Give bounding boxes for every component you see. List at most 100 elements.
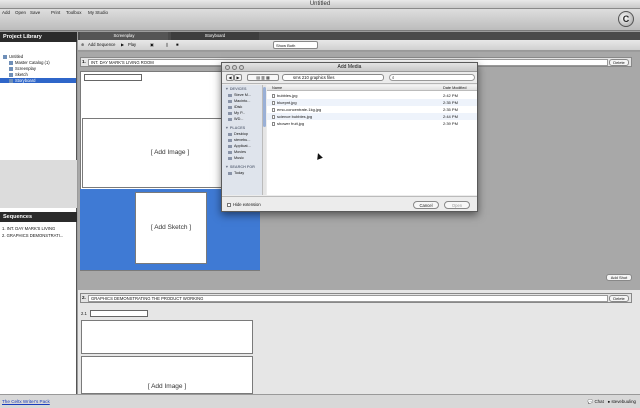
sidebar-device-2[interactable]: Macinto... [228,99,250,103]
file-row[interactable]: science bubbles.jpg 2:44 PM [267,113,477,120]
tab-storyboard[interactable]: Storyboard [171,32,259,40]
save-button[interactable]: Save [30,10,40,15]
sequence-item-2[interactable]: 2. GRAPHICS DEMONSTRATI... [2,233,63,238]
file-row[interactable]: emo-concentrate-1kg.jpg 2:35 PM [267,106,477,113]
search-for-header: ▼ SEARCH FOR [225,165,255,169]
my-studio-button[interactable]: My Studio [88,10,108,15]
zoom-window-icon[interactable] [239,65,244,70]
sidebar-place-music[interactable]: Music [228,156,244,160]
sketch-icon [9,72,13,77]
desktop-icon [228,132,232,136]
minimize-window-icon[interactable] [232,65,237,70]
applications-icon [228,144,232,148]
search-icon: ⌕ [392,75,395,80]
search-input[interactable]: ⌕ [389,74,475,81]
tree-item-sketch[interactable]: Sketch [9,72,28,77]
tree-item-master-catalog[interactable]: Master Catalog (1) [9,60,50,65]
sidebar-place-home[interactable]: stevebu... [228,138,250,142]
print-button[interactable]: Print [51,10,60,15]
music-icon [228,156,232,160]
checkbox-icon[interactable] [227,202,231,207]
scene-2-title-field[interactable]: GRAPHICS DEMONSTRATING THE PRODUCT WORKI… [88,295,608,302]
pause-icon[interactable]: ∥ [166,42,168,47]
storyboard-icon [9,78,13,83]
folder-select[interactable]: sms 210 graphics files [282,74,384,81]
status-bar: The Celtx Writer's Pack 💬 Chat ● stevebu… [0,394,640,408]
scene-1-delete-button[interactable]: Delete [609,59,629,66]
hide-extension-checkbox[interactable]: Hide extension [227,202,261,207]
dialog-toolbar: ◀ ▶ ▤ ▥ ▦ sms 210 graphics files ⌕ [222,72,477,84]
sequences-header: Sequences [0,212,77,222]
scrollbar-thumb[interactable] [263,87,266,127]
open-button-disabled[interactable]: Open [444,201,470,209]
file-row[interactable]: shower fruit.jpg 2:39 PM [267,120,477,127]
play-button[interactable]: Play [128,42,136,47]
sidebar-device-4[interactable]: My P... [228,111,245,115]
frame-1-select[interactable] [84,74,142,81]
add-button[interactable]: Add [2,10,10,15]
sidebar-place-movies[interactable]: Movies [228,150,246,154]
drive-icon [228,111,232,115]
column-name[interactable]: Name [272,85,282,91]
add-image-placeholder-2[interactable]: [ Add Image ] [81,356,253,394]
sidebar-device-5[interactable]: WD... [228,117,244,121]
sidebar-place-desktop[interactable]: Desktop [228,132,248,136]
file-row[interactable]: bubbles.jpg 2:42 PM [267,92,477,99]
chat-button[interactable]: Chat [595,399,604,404]
sidebar-device-3[interactable]: iDisk [228,105,242,109]
scene-2-frame-top [81,320,253,354]
dialog-footer: Hide extension Cancel Open [222,196,477,212]
toolbox-button[interactable]: Toolbox [66,10,82,15]
back-button[interactable]: ◀ [226,74,234,81]
sidebar-scrollbar[interactable] [262,85,266,195]
drive-icon [228,93,232,97]
dialog-sidebar: ▼ DEVICES Steve M... Macinto... iDisk My… [222,85,263,195]
tree-item-untitled[interactable]: Untitled [3,54,23,59]
add-shot-button[interactable]: Add Shot [606,274,632,281]
storyboard-toolbar: ⊕ Add Sequence ▶ Play ▣ ∥ ■ Show Both [78,40,640,51]
show-both-select[interactable]: Show Both [273,41,318,49]
scene-2-bar: 2. GRAPHICS DEMONSTRATING THE PRODUCT WO… [80,293,632,303]
image-file-icon [272,100,275,105]
forward-button[interactable]: ▶ [234,74,242,81]
tree-item-screenplay[interactable]: Screenplay [9,66,36,71]
close-window-icon[interactable] [225,65,230,70]
image-file-icon [272,107,275,112]
idisk-icon [228,105,232,109]
add-sequence-button[interactable]: Add Sequence [88,42,115,47]
stop-icon[interactable]: ■ [176,42,179,47]
tab-screenplay[interactable]: Screenplay [80,32,168,40]
column-date-modified[interactable]: Date Modified [443,85,466,91]
sequence-item-1[interactable]: 1. INT. DAY MARK'S LIVING [2,226,55,231]
sidebar-place-applications[interactable]: Applicat... [228,144,251,148]
image-file-icon [272,114,275,119]
movies-icon [228,150,232,154]
tree-item-storyboard[interactable]: Storyboard [0,78,76,83]
writers-pack-link[interactable]: The Celtx Writer's Pack [2,399,50,404]
play-icon[interactable]: ▶ [121,42,124,47]
scene-2-delete-button[interactable]: Delete [609,295,629,302]
scene-2-number: 2. [82,295,86,300]
drive-icon [228,117,232,121]
panel-divider-area [0,160,77,208]
frame-2-select[interactable] [90,310,148,317]
add-sketch-placeholder[interactable]: [ Add Sketch ] [135,192,207,264]
sidebar-search-today[interactable]: Today [228,171,244,175]
user-name[interactable]: stevebuuling [611,399,636,404]
image-file-icon [272,121,275,126]
sidebar-device-1[interactable]: Steve M... [228,93,251,97]
clock-icon [228,171,232,175]
view-mode-buttons[interactable]: ▤ ▥ ▦ [247,74,279,81]
cancel-button[interactable]: Cancel [413,201,439,209]
frame-2-1-label: 2.1 [81,311,87,316]
view-icon[interactable]: ▣ [150,42,154,47]
window-title-bar: Untitled [0,0,640,9]
image-file-icon [272,93,275,98]
dialog-title-bar: Add Media [222,63,477,72]
open-button[interactable]: Open [15,10,26,15]
chat-icon[interactable]: 💬 [588,399,595,404]
scene-1-number: 1. [82,59,86,64]
window-title: Untitled [309,1,331,7]
add-sequence-icon[interactable]: ⊕ [81,42,85,47]
file-row[interactable]: bluepnt.jpg 2:35 PM [267,99,477,106]
